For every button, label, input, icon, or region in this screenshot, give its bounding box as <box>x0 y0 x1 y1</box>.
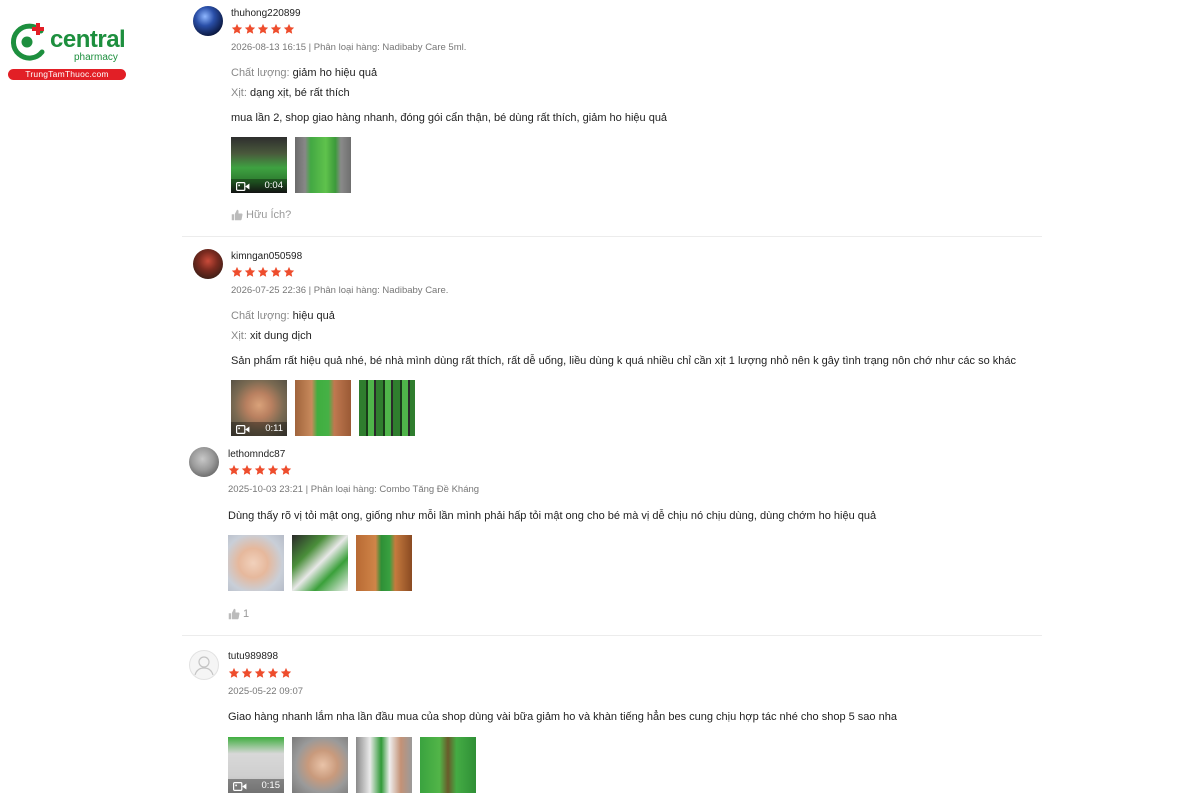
user-avatar[interactable] <box>189 447 219 477</box>
video-duration: 0:15 <box>261 780 281 791</box>
star-icon <box>244 266 256 278</box>
attribute-key: Chất lượng: <box>231 67 290 79</box>
star-icon <box>283 266 295 278</box>
star-icon <box>231 266 243 278</box>
attribute-key: Chất lượng: <box>231 310 290 322</box>
star-icon <box>280 464 292 476</box>
review-text: mua lần 2, shop giao hàng nhanh, đóng gó… <box>231 112 668 124</box>
star-icon <box>241 667 253 679</box>
review-username[interactable]: thuhong220899 <box>231 8 301 20</box>
review-image-thumbnail[interactable] <box>228 535 284 591</box>
review-image-thumbnail[interactable] <box>359 380 415 436</box>
video-duration: 0:11 <box>265 423 283 434</box>
review-media: 0:11 <box>231 380 415 436</box>
review-image-thumbnail[interactable] <box>356 535 412 591</box>
attribute-value: giảm ho hiệu quả <box>292 67 378 79</box>
helpful-button[interactable]: 1 <box>228 607 249 621</box>
rating-stars <box>231 23 295 35</box>
video-camera-icon <box>233 782 247 791</box>
star-icon <box>231 23 243 35</box>
central-pharmacy-logo-icon <box>10 23 45 61</box>
helpful-button[interactable]: Hữu Ích? <box>231 208 291 222</box>
attribute-key: Xịt: <box>231 330 247 342</box>
review-attribute: Xịt: xit dung dịch <box>231 329 312 343</box>
video-overlay: 0:11 <box>231 422 287 436</box>
rating-stars <box>228 667 292 679</box>
review-text: Dùng thấy rõ vị tỏi mật ong, giống như m… <box>228 510 877 522</box>
video-duration: 0:04 <box>264 180 284 191</box>
rating-stars <box>231 266 295 278</box>
review-image-thumbnail[interactable] <box>295 380 351 436</box>
star-icon <box>257 266 269 278</box>
video-camera-icon <box>236 425 250 434</box>
star-icon <box>244 23 256 35</box>
review-image-thumbnail[interactable] <box>420 737 476 793</box>
star-icon <box>257 23 269 35</box>
review-username[interactable]: lethomndc87 <box>228 449 285 461</box>
review-meta: 2025-10-03 23:21 | Phân loại hàng: Combo… <box>228 484 480 495</box>
video-overlay: 0:15 <box>228 779 284 793</box>
review-username[interactable]: tutu989898 <box>228 651 278 663</box>
thumbs-up-icon <box>228 608 240 620</box>
review-attribute: Chất lượng: hiệu quả <box>231 309 335 323</box>
review-divider <box>182 635 1042 636</box>
video-camera-icon <box>236 182 250 191</box>
star-icon <box>280 667 292 679</box>
brand-name: central <box>50 26 126 53</box>
review-meta: 2025-05-22 09:07 <box>228 686 304 697</box>
review-media: 0:04 <box>231 137 351 193</box>
user-avatar[interactable] <box>193 249 223 279</box>
review-username[interactable]: kimngan050598 <box>231 251 302 263</box>
review-attribute: Chất lượng: giảm ho hiệu quả <box>231 66 377 80</box>
star-icon <box>254 667 266 679</box>
review-image-thumbnail[interactable] <box>292 737 348 793</box>
helpful-label: Hữu Ích? <box>246 209 292 221</box>
review-image-thumbnail[interactable] <box>356 737 412 793</box>
star-icon <box>270 23 282 35</box>
review-image-thumbnail[interactable] <box>295 137 351 193</box>
brand-subtitle: pharmacy <box>74 52 118 63</box>
star-icon <box>267 464 279 476</box>
star-icon <box>228 464 240 476</box>
review-meta: 2026-07-25 22:36 | Phân loại hàng: Nadib… <box>231 285 449 296</box>
star-icon <box>228 667 240 679</box>
helpful-count: 1 <box>243 608 250 620</box>
review-media <box>228 535 412 591</box>
star-icon <box>283 23 295 35</box>
user-avatar[interactable] <box>193 6 223 36</box>
review-meta: 2026-08-13 16:15 | Phân loại hàng: Nadib… <box>231 42 467 53</box>
star-icon <box>270 266 282 278</box>
brand-url: TrungTamThuoc.com <box>8 69 126 80</box>
star-icon <box>241 464 253 476</box>
review-image-thumbnail[interactable] <box>292 535 348 591</box>
review-text: Giao hàng nhanh lắm nha lần đầu mua của … <box>228 711 897 723</box>
review-video-thumbnail[interactable]: 0:15 <box>228 737 284 793</box>
star-icon <box>254 464 266 476</box>
review-video-thumbnail[interactable]: 0:04 <box>231 137 287 193</box>
review-text: Sản phẩm rất hiệu quả nhé, bé nhà mình d… <box>231 355 1017 367</box>
review-video-thumbnail[interactable]: 0:11 <box>231 380 287 436</box>
video-overlay: 0:04 <box>231 179 287 193</box>
attribute-value: xit dung dịch <box>249 330 312 342</box>
default-avatar-icon <box>194 656 214 676</box>
review-attribute: Xịt: dạng xịt, bé rất thích <box>231 86 350 100</box>
review-media: 0:15 <box>228 737 476 793</box>
user-avatar[interactable] <box>189 650 219 680</box>
thumbs-up-icon <box>231 209 243 221</box>
attribute-value: hiệu quả <box>292 310 335 322</box>
brand-logo[interactable]: central pharmacy TrungTamThuoc.com <box>6 22 128 84</box>
rating-stars <box>228 464 292 476</box>
attribute-key: Xịt: <box>231 87 247 99</box>
star-icon <box>267 667 279 679</box>
review-divider <box>182 236 1042 237</box>
attribute-value: dạng xịt, bé rất thích <box>249 87 350 99</box>
